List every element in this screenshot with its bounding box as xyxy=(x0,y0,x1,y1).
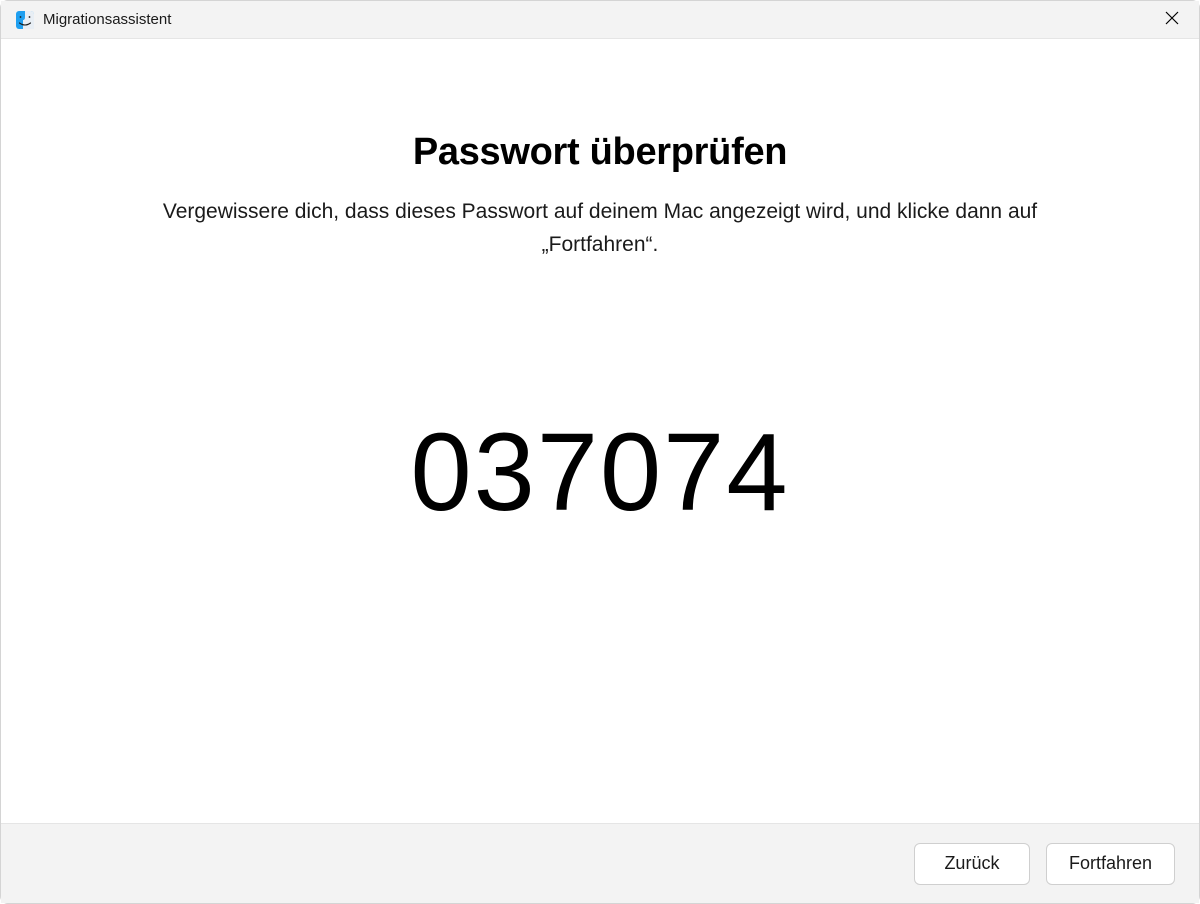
window-title: Migrationsassistent xyxy=(43,11,171,28)
titlebar: Migrationsassistent xyxy=(1,1,1199,39)
page-heading: Passwort überprüfen xyxy=(413,131,787,174)
verification-code: 037074 xyxy=(410,409,789,536)
close-icon xyxy=(1165,11,1179,28)
titlebar-left: Migrationsassistent xyxy=(15,10,171,30)
back-button[interactable]: Zurück xyxy=(914,843,1030,885)
close-button[interactable] xyxy=(1149,1,1195,39)
continue-button[interactable]: Fortfahren xyxy=(1046,843,1175,885)
finder-icon xyxy=(15,10,35,30)
content-area: Passwort überprüfen Vergewissere dich, d… xyxy=(1,39,1199,823)
instruction-text: Vergewissere dich, dass dieses Passwort … xyxy=(160,196,1040,261)
footer: Zurück Fortfahren xyxy=(1,823,1199,903)
